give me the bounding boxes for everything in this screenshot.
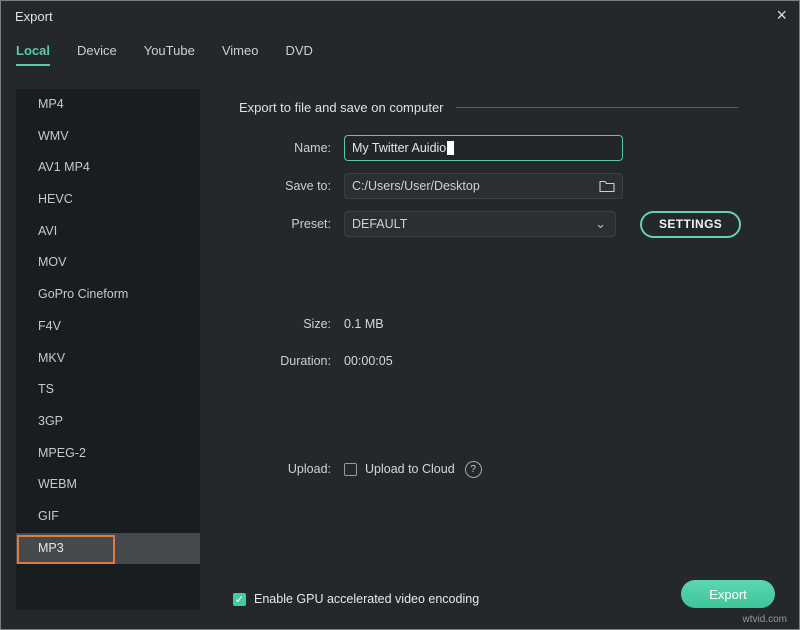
tab-device[interactable]: Device bbox=[77, 43, 117, 66]
size-value: 0.1 MB bbox=[344, 317, 384, 331]
upload-label: Upload: bbox=[241, 462, 331, 476]
settings-button[interactable]: SETTINGS bbox=[640, 211, 741, 238]
sidebar-item-gopro-cineform[interactable]: GoPro Cineform bbox=[16, 279, 200, 311]
export-dialog: Export × Local Device YouTube Vimeo DVD … bbox=[0, 0, 800, 630]
sidebar-item-3gp[interactable]: 3GP bbox=[16, 406, 200, 438]
duration-value: 00:00:05 bbox=[344, 354, 393, 368]
section-divider bbox=[456, 107, 738, 108]
save-to-label: Save to: bbox=[241, 179, 331, 193]
export-button[interactable]: Export bbox=[681, 580, 775, 608]
sidebar-item-wmv[interactable]: WMV bbox=[16, 121, 200, 153]
upload-cloud-checkbox[interactable] bbox=[344, 463, 357, 476]
sidebar-item-f4v[interactable]: F4V bbox=[16, 311, 200, 343]
save-to-field[interactable]: C:/Users/User/Desktop bbox=[344, 173, 623, 199]
preset-dropdown[interactable]: DEFAULT ⌄ bbox=[344, 211, 616, 237]
sidebar-item-mpeg-2[interactable]: MPEG-2 bbox=[16, 438, 200, 470]
tab-vimeo[interactable]: Vimeo bbox=[222, 43, 259, 66]
tab-dvd[interactable]: DVD bbox=[285, 43, 312, 66]
sidebar-item-av1-mp4[interactable]: AV1 MP4 bbox=[16, 152, 200, 184]
duration-label: Duration: bbox=[241, 354, 331, 368]
preset-value: DEFAULT bbox=[352, 217, 407, 231]
save-to-value: C:/Users/User/Desktop bbox=[352, 179, 480, 193]
section-title: Export to file and save on computer bbox=[239, 100, 444, 115]
text-cursor bbox=[447, 141, 454, 155]
sidebar-item-avi[interactable]: AVI bbox=[16, 216, 200, 248]
selection-outline bbox=[17, 535, 115, 564]
tab-youtube[interactable]: YouTube bbox=[144, 43, 195, 66]
sidebar-item-mov[interactable]: MOV bbox=[16, 247, 200, 279]
format-sidebar: MP4 WMV AV1 MP4 HEVC AVI MOV GoPro Cinef… bbox=[16, 89, 200, 610]
folder-icon[interactable] bbox=[599, 180, 615, 193]
sidebar-item-mp4[interactable]: MP4 bbox=[16, 89, 200, 121]
export-tabs: Local Device YouTube Vimeo DVD bbox=[16, 43, 313, 66]
name-input[interactable]: My Twitter Auidio bbox=[344, 135, 623, 161]
close-icon[interactable]: × bbox=[776, 5, 787, 26]
name-value: My Twitter Auidio bbox=[352, 141, 446, 155]
sidebar-item-mkv[interactable]: MKV bbox=[16, 343, 200, 375]
sidebar-item-hevc[interactable]: HEVC bbox=[16, 184, 200, 216]
watermark: wtvid.com bbox=[743, 614, 787, 625]
gpu-checkbox[interactable]: ✓ bbox=[233, 593, 246, 606]
name-label: Name: bbox=[241, 141, 331, 155]
sidebar-item-ts[interactable]: TS bbox=[16, 374, 200, 406]
size-label: Size: bbox=[241, 317, 331, 331]
tab-local[interactable]: Local bbox=[16, 43, 50, 66]
sidebar-item-mp3[interactable]: MP3 bbox=[16, 533, 200, 565]
gpu-checkbox-label: Enable GPU accelerated video encoding bbox=[254, 592, 479, 606]
help-icon[interactable]: ? bbox=[465, 461, 482, 478]
sidebar-item-webm[interactable]: WEBM bbox=[16, 469, 200, 501]
chevron-down-icon: ⌄ bbox=[595, 219, 606, 229]
preset-label: Preset: bbox=[241, 217, 331, 231]
sidebar-item-gif[interactable]: GIF bbox=[16, 501, 200, 533]
upload-cloud-label: Upload to Cloud bbox=[365, 462, 455, 476]
window-title: Export bbox=[15, 9, 53, 24]
